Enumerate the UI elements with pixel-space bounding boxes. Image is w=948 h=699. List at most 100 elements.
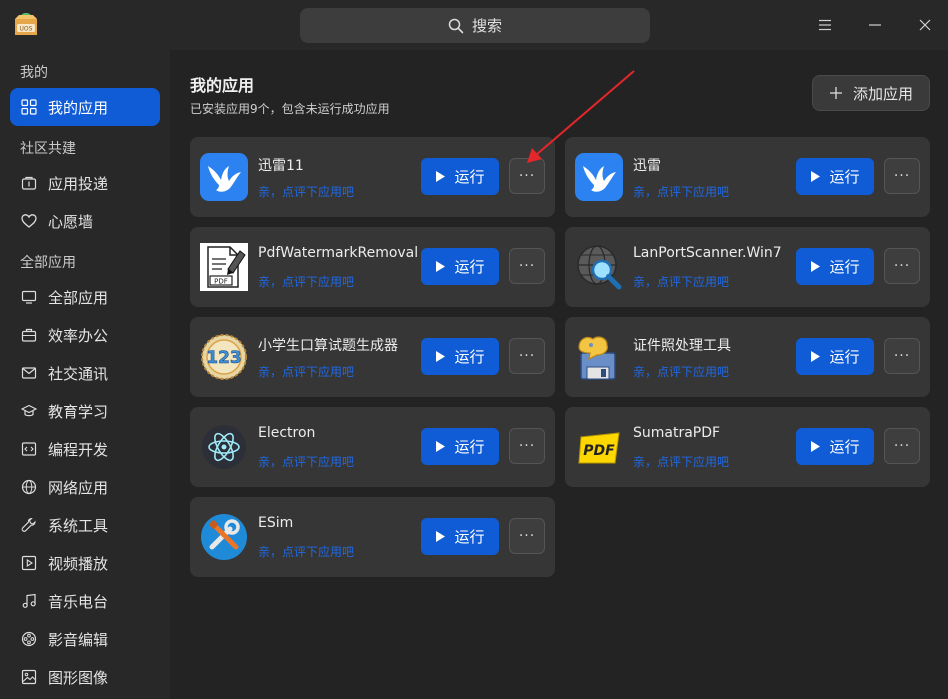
electron-icon: [202, 425, 246, 469]
app-card-esim: ESim 亲，点评下应用吧 运行 ···: [190, 497, 555, 577]
run-label: 运行: [454, 168, 485, 186]
svg-text:PDF: PDF: [583, 443, 615, 459]
page-title: 我的应用: [190, 76, 255, 95]
rate-app-link[interactable]: 亲，点评下应用吧: [258, 453, 354, 470]
sidebar-item-wish-wall[interactable]: 心愿墙: [10, 202, 160, 240]
play-icon: [436, 261, 446, 272]
sidebar-item-programming[interactable]: 编程开发: [10, 430, 160, 468]
sidebar-item-graphics[interactable]: 图形图像: [10, 658, 160, 696]
sidebar-item-network[interactable]: 网络应用: [10, 468, 160, 506]
pdf-watermark-icon: PDF: [200, 243, 248, 291]
globe-icon: [20, 478, 38, 496]
app-name: Electron: [258, 425, 316, 441]
rate-app-link[interactable]: 亲，点评下应用吧: [258, 273, 354, 290]
menu-button[interactable]: [810, 10, 840, 40]
image-icon: [20, 668, 38, 686]
run-button[interactable]: 运行: [421, 338, 499, 375]
app-card-xunlei11: 迅雷11 亲，点评下应用吧 运行 ···: [190, 137, 555, 217]
run-button[interactable]: 运行: [796, 338, 874, 375]
run-button[interactable]: 运行: [796, 158, 874, 195]
run-button[interactable]: 运行: [421, 518, 499, 555]
sidebar-item-education[interactable]: 教育学习: [10, 392, 160, 430]
minimize-icon: [869, 24, 881, 26]
run-label: 运行: [829, 258, 860, 276]
sidebar-item-label: 图形图像: [48, 668, 109, 687]
rate-app-link[interactable]: 亲，点评下应用吧: [258, 363, 354, 380]
svg-text:PDF: PDF: [214, 278, 228, 286]
sidebar-item-music[interactable]: 音乐电台: [10, 582, 160, 620]
more-options-button[interactable]: ···: [884, 158, 920, 194]
sidebar-item-label: 视频播放: [48, 554, 109, 573]
music-icon: [20, 592, 38, 610]
sidebar-item-video[interactable]: 视频播放: [10, 544, 160, 582]
more-options-button[interactable]: ···: [509, 158, 545, 194]
run-button[interactable]: 运行: [796, 428, 874, 465]
app-name: 证件照处理工具: [633, 338, 731, 354]
search-icon: [448, 18, 464, 33]
minimize-button[interactable]: [860, 10, 890, 40]
more-options-button[interactable]: ···: [884, 248, 920, 284]
sidebar-item-my-apps[interactable]: 我的应用: [10, 88, 160, 126]
sidebar-item-system-tools[interactable]: 系统工具: [10, 506, 160, 544]
more-options-button[interactable]: ···: [509, 428, 545, 464]
sidebar-item-label: 社交通讯: [48, 364, 109, 383]
run-button[interactable]: 运行: [421, 248, 499, 285]
app-name: 迅雷: [633, 158, 661, 174]
app-card-electron: Electron 亲，点评下应用吧 运行 ···: [190, 407, 555, 487]
heart-icon: [20, 212, 38, 230]
search-input[interactable]: 搜索: [300, 8, 650, 43]
sidebar-item-office[interactable]: 效率办公: [10, 316, 160, 354]
sidebar-item-social[interactable]: 社交通讯: [10, 354, 160, 392]
math-123-icon: 123: [201, 334, 247, 380]
sidebar-item-all-apps[interactable]: 全部应用: [10, 278, 160, 316]
more-options-button[interactable]: ···: [509, 248, 545, 284]
sumatra-pdf-icon: PDF: [578, 432, 620, 464]
sidebar-item-av-editing[interactable]: 影音编辑: [10, 620, 160, 658]
more-options-button[interactable]: ···: [509, 518, 545, 554]
play-icon: [811, 171, 821, 182]
run-button[interactable]: 运行: [421, 158, 499, 195]
more-options-button[interactable]: ···: [884, 338, 920, 374]
sidebar-item-app-submit[interactable]: 应用投递: [10, 164, 160, 202]
add-app-button[interactable]: 添加应用: [812, 75, 930, 111]
port-scanner-icon: [577, 245, 622, 290]
rate-app-link[interactable]: 亲，点评下应用吧: [258, 543, 354, 560]
play-icon: [436, 351, 446, 362]
sidebar-item-label: 音乐电台: [48, 592, 109, 611]
app-name: 迅雷11: [258, 158, 304, 174]
sidebar: 我的 我的应用 社区共建 应用投递 心愿墙 全部应用 全部应用 效率办公 社交通…: [0, 50, 170, 699]
rate-app-link[interactable]: 亲，点评下应用吧: [633, 363, 729, 380]
code-icon: [20, 440, 38, 458]
page-subtitle: 已安装应用9个，包含未运行成功应用: [190, 102, 390, 116]
app-name: LanPortScanner.Win7: [633, 245, 782, 261]
run-label: 运行: [454, 438, 485, 456]
app-card-math-generator: 123 小学生口算试题生成器 亲，点评下应用吧 运行 ···: [190, 317, 555, 397]
photo-tool-icon: [578, 336, 616, 380]
run-button[interactable]: 运行: [796, 248, 874, 285]
app-name: 小学生口算试题生成器: [258, 338, 398, 354]
play-icon: [436, 441, 446, 452]
run-button[interactable]: 运行: [421, 428, 499, 465]
app-card-xunlei: 迅雷 亲，点评下应用吧 运行 ···: [565, 137, 930, 217]
search-placeholder: 搜索: [471, 17, 502, 35]
more-options-button[interactable]: ···: [884, 428, 920, 464]
app-card-id-photo-tool: 证件照处理工具 亲，点评下应用吧 运行 ···: [565, 317, 930, 397]
add-app-label: 添加应用: [852, 84, 913, 103]
rate-app-link[interactable]: 亲，点评下应用吧: [633, 183, 729, 200]
app-card-lanportscanner: LanPortScanner.Win7 亲，点评下应用吧 运行 ···: [565, 227, 930, 307]
play-icon: [20, 554, 38, 572]
run-label: 运行: [454, 258, 485, 276]
rate-app-link[interactable]: 亲，点评下应用吧: [258, 183, 354, 200]
app-card-pdfwatermarkremoval: PDF PdfWatermarkRemoval 亲，点评下应用吧 运行 ···: [190, 227, 555, 307]
sidebar-item-label: 系统工具: [48, 516, 109, 535]
rate-app-link[interactable]: 亲，点评下应用吧: [633, 273, 729, 290]
run-label: 运行: [829, 168, 860, 186]
rate-app-link[interactable]: 亲，点评下应用吧: [633, 453, 729, 470]
run-label: 运行: [454, 528, 485, 546]
more-options-button[interactable]: ···: [509, 338, 545, 374]
app-card-sumatrapdf: PDF SumatraPDF 亲，点评下应用吧 运行 ···: [565, 407, 930, 487]
sidebar-group-mine: 我的: [20, 65, 48, 81]
close-button[interactable]: [910, 10, 940, 40]
plus-icon: [829, 87, 842, 99]
run-label: 运行: [454, 348, 485, 366]
